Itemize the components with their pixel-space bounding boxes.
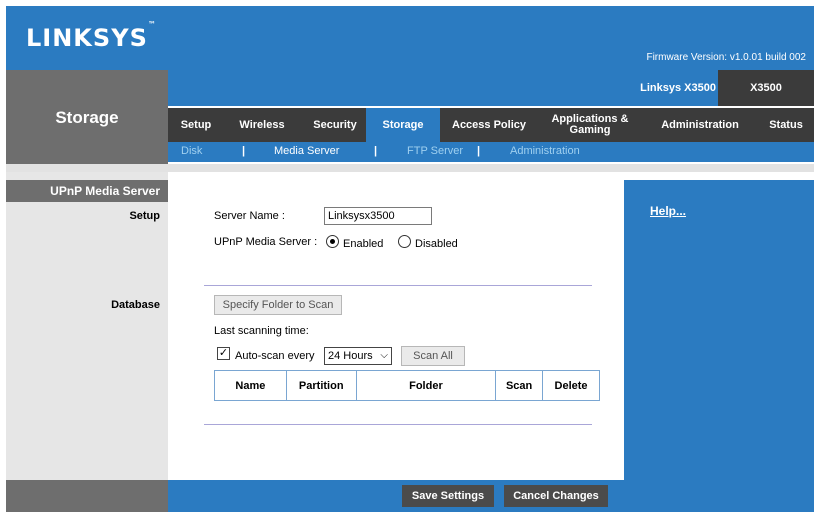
header-bar: LINKSYS™ Firmware Version: v1.0.01 build… bbox=[6, 6, 814, 70]
model-badge: X3500 bbox=[718, 70, 814, 106]
navigation-area: Storage Linksys X3500 X3500 Setup Wirele… bbox=[6, 70, 814, 164]
last-scan-label: Last scanning time: bbox=[214, 325, 309, 337]
scan-all-button[interactable]: Scan All bbox=[401, 346, 465, 366]
linksys-logo: LINKSYS™ bbox=[26, 20, 157, 52]
help-panel: Help... bbox=[624, 180, 814, 480]
tab-administration[interactable]: Administration bbox=[656, 108, 744, 142]
chevron-down-icon: ⌵ bbox=[380, 350, 388, 361]
footer-left bbox=[6, 480, 168, 512]
subtab-ftp-server[interactable]: FTP Server bbox=[407, 145, 463, 157]
tab-setup[interactable]: Setup bbox=[174, 108, 218, 142]
footer-bar: Save Settings Cancel Changes bbox=[168, 480, 814, 512]
server-name-input[interactable]: Linksysx3500 bbox=[324, 207, 432, 225]
main-tabs: Setup Wireless Security Storage Access P… bbox=[168, 108, 814, 142]
cancel-changes-button[interactable]: Cancel Changes bbox=[504, 485, 608, 507]
subtab-media-server[interactable]: Media Server bbox=[274, 145, 339, 157]
section-title-box: Storage bbox=[6, 70, 168, 164]
database-table: Name Partition Folder Scan Delete bbox=[214, 370, 600, 401]
tab-storage[interactable]: Storage bbox=[366, 108, 440, 142]
enabled-radio[interactable] bbox=[326, 235, 339, 248]
main-content: Server Name : Linksysx3500 UPnP Media Se… bbox=[168, 172, 624, 480]
tab-applications-gaming[interactable]: Applications & Gaming bbox=[544, 108, 636, 142]
auto-scan-checkbox[interactable]: ✓ bbox=[217, 347, 230, 360]
model-name: Linksys X3500 bbox=[640, 82, 716, 94]
table-header-row: Name Partition Folder Scan Delete bbox=[214, 370, 600, 401]
tab-security[interactable]: Security bbox=[304, 108, 366, 142]
subtab-disk[interactable]: Disk bbox=[181, 145, 202, 157]
subtab-separator: | bbox=[477, 145, 481, 157]
specify-folder-button[interactable]: Specify Folder to Scan bbox=[214, 295, 342, 315]
divider bbox=[204, 285, 592, 286]
divider bbox=[204, 424, 592, 425]
disabled-radio[interactable] bbox=[398, 235, 411, 248]
server-name-label: Server Name : bbox=[214, 210, 285, 222]
left-panel: UPnP Media Server Setup Database bbox=[6, 172, 168, 480]
subtab-administration[interactable]: Administration bbox=[510, 145, 580, 157]
auto-scan-value: 24 Hours bbox=[328, 350, 373, 362]
column-scan: Scan bbox=[495, 370, 544, 401]
upnp-label: UPnP Media Server : bbox=[214, 236, 318, 248]
tab-access-policy[interactable]: Access Policy bbox=[444, 108, 534, 142]
tab-status[interactable]: Status bbox=[764, 108, 808, 142]
enabled-label: Enabled bbox=[343, 238, 384, 250]
setup-label: Setup bbox=[129, 210, 160, 222]
save-settings-button[interactable]: Save Settings bbox=[402, 485, 494, 507]
separator-strip bbox=[6, 164, 814, 172]
subtab-separator: | bbox=[374, 145, 378, 157]
subtab-separator: | bbox=[242, 145, 246, 157]
help-link[interactable]: Help... bbox=[650, 204, 686, 218]
database-label: Database bbox=[111, 299, 160, 311]
column-partition: Partition bbox=[285, 370, 357, 401]
disabled-label: Disabled bbox=[415, 238, 458, 250]
auto-scan-label: Auto-scan every bbox=[235, 350, 315, 362]
section-heading: UPnP Media Server bbox=[6, 180, 168, 202]
column-delete: Delete bbox=[542, 370, 600, 401]
auto-scan-select[interactable]: 24 Hours ⌵ bbox=[324, 347, 392, 365]
page-title: Storage bbox=[55, 108, 119, 127]
column-name: Name bbox=[214, 370, 287, 401]
sub-tabs: Disk | Media Server | FTP Server | Admin… bbox=[168, 142, 814, 162]
firmware-version: Firmware Version: v1.0.01 build 002 bbox=[646, 52, 806, 63]
model-bar: Linksys X3500 X3500 bbox=[168, 70, 814, 106]
column-folder: Folder bbox=[355, 370, 497, 401]
tab-wireless[interactable]: Wireless bbox=[230, 108, 294, 142]
